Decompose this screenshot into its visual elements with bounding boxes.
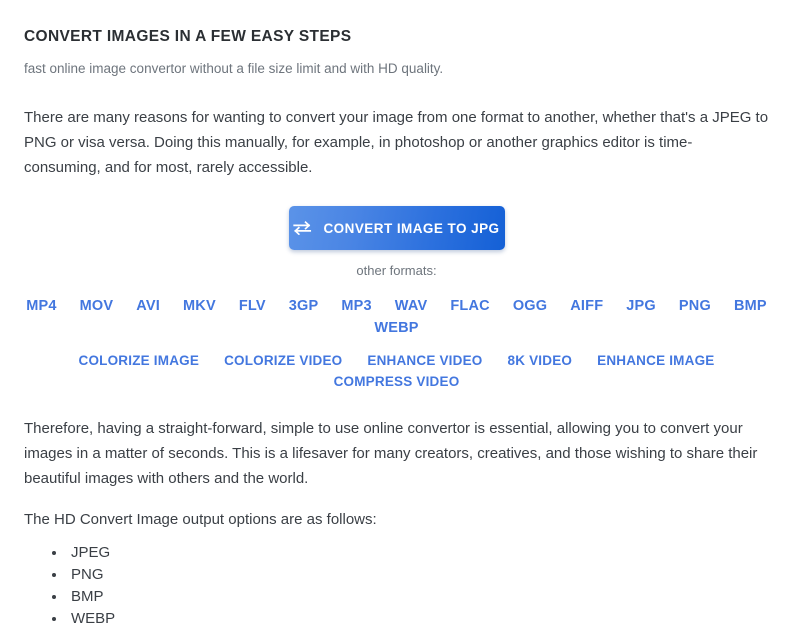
convert-image-to-jpg-button[interactable]: CONVERT IMAGE TO JPG <box>288 206 505 251</box>
tool-link-enhance-video[interactable]: ENHANCE VIDEO <box>367 353 482 368</box>
format-link-flac[interactable]: FLAC <box>450 298 489 314</box>
intro-paragraph: There are many reasons for wanting to co… <box>24 109 769 177</box>
page-container: CONVERT IMAGES IN A FEW EASY STEPS fast … <box>0 0 793 627</box>
format-link-mkv[interactable]: MKV <box>183 298 216 314</box>
format-link-ogg[interactable]: OGG <box>513 298 547 314</box>
list-item: JPEG <box>67 542 769 564</box>
format-link-avi[interactable]: AVI <box>136 298 160 314</box>
format-link-3gp[interactable]: 3GP <box>289 298 319 314</box>
cta-label: CONVERT IMAGE TO JPG <box>323 220 500 236</box>
format-link-mp4[interactable]: MP4 <box>26 298 56 314</box>
format-link-png[interactable]: PNG <box>679 298 711 314</box>
format-link-mp3[interactable]: MP3 <box>341 298 371 314</box>
list-item: PNG <box>67 564 769 586</box>
output-options-list: JPEG PNG BMP WEBP <box>24 532 769 630</box>
format-link-mov[interactable]: MOV <box>80 298 114 314</box>
format-link-bmp[interactable]: BMP <box>734 298 767 314</box>
format-link-wav[interactable]: WAV <box>395 298 428 314</box>
other-formats-label: other formats: <box>356 263 437 279</box>
tool-link-colorize-video[interactable]: COLORIZE VIDEO <box>224 353 342 368</box>
format-link-flv[interactable]: FLV <box>239 298 266 314</box>
tool-link-8k-video[interactable]: 8K VIDEO <box>508 353 573 368</box>
page-title: CONVERT IMAGES IN A FEW EASY STEPS <box>24 28 352 45</box>
format-link-jpg[interactable]: JPG <box>626 298 656 314</box>
tool-link-enhance-image[interactable]: ENHANCE IMAGE <box>597 353 714 368</box>
list-item: WEBP <box>67 608 769 630</box>
swap-arrows-icon <box>293 221 312 236</box>
tool-link-compress-video[interactable]: COMPRESS VIDEO <box>334 374 460 389</box>
cta-container: CONVERT IMAGE TO JPG <box>24 206 769 251</box>
output-options-intro: The HD Convert Image output options are … <box>24 511 377 529</box>
list-item: BMP <box>67 586 769 608</box>
format-link-webp[interactable]: WEBP <box>374 320 418 336</box>
tool-link-colorize-image[interactable]: COLORIZE IMAGE <box>79 353 200 368</box>
page-subtitle: fast online image convertor without a fi… <box>24 60 444 76</box>
tool-links-row: COLORIZE IMAGE COLORIZE VIDEO ENHANCE VI… <box>24 336 769 389</box>
format-link-aiff[interactable]: AIFF <box>570 298 603 314</box>
format-links-row: MP4 MOV AVI MKV FLV 3GP MP3 WAV FLAC OGG… <box>24 280 769 336</box>
therefore-paragraph: Therefore, having a straight-forward, si… <box>24 420 758 488</box>
